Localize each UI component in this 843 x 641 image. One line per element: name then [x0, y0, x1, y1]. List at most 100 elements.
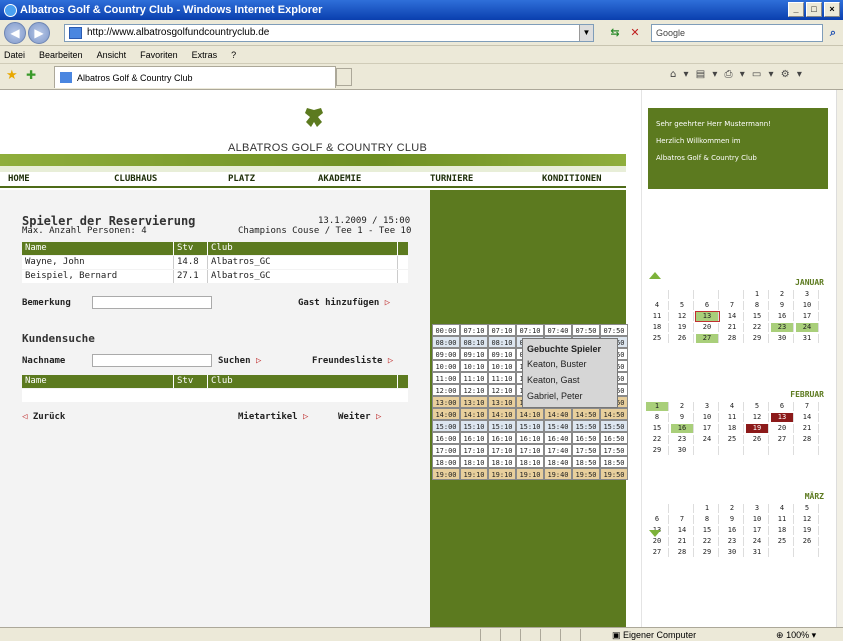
time-slot[interactable]: 14:50	[572, 408, 600, 420]
calendar-day[interactable]: 1	[746, 290, 769, 299]
command-bar-icons[interactable]: ⌂ ▾ ▤ ▾ ⎙ ▾ ▭ ▾ ⚙ ▾	[670, 69, 804, 80]
remark-input[interactable]	[92, 296, 212, 309]
time-slot[interactable]: 19:10	[460, 468, 488, 480]
calendar-up-icon[interactable]	[649, 272, 661, 279]
add-favorite-icon[interactable]: ✚	[26, 68, 36, 82]
time-slot[interactable]: 17:10	[488, 444, 516, 456]
time-slot[interactable]: 16:50	[600, 432, 628, 444]
time-slot[interactable]: 08:10	[488, 336, 516, 348]
calendar-day[interactable]: 25	[721, 435, 744, 444]
lastname-input[interactable]	[92, 354, 212, 367]
time-slot[interactable]: 18:50	[572, 456, 600, 468]
time-slot[interactable]: 19:40	[544, 468, 572, 480]
nav-akademie[interactable]: AKADEMIE	[318, 174, 361, 184]
calendar-day[interactable]: 23	[721, 537, 744, 546]
calendar-day[interactable]: 23	[671, 435, 694, 444]
calendar-day[interactable]: 25	[771, 537, 794, 546]
time-slot[interactable]: 09:00	[432, 348, 460, 360]
calendar-day[interactable]: 8	[646, 413, 669, 422]
calendar-day[interactable]: 2	[721, 504, 744, 513]
back-icon[interactable]: ◀	[4, 22, 26, 44]
time-slot[interactable]: 14:00	[432, 408, 460, 420]
calendar-day[interactable]: 20	[696, 323, 719, 332]
calendar-day[interactable]: 26	[671, 334, 694, 343]
calendar-day[interactable]: 20	[646, 537, 669, 546]
new-tab-button[interactable]	[336, 68, 352, 86]
time-slot[interactable]: 12:10	[460, 384, 488, 396]
calendar-day[interactable]: 11	[721, 413, 744, 422]
time-slot[interactable]: 00:00	[432, 324, 460, 336]
calendar-day[interactable]: 28	[671, 548, 694, 557]
time-slot[interactable]: 15:50	[572, 420, 600, 432]
calendar-day[interactable]: 29	[696, 548, 719, 557]
calendar-day[interactable]: 30	[671, 446, 694, 455]
time-slot[interactable]: 13:00	[432, 396, 460, 408]
calendar-day[interactable]: 2	[671, 402, 694, 411]
time-slot[interactable]: 15:00	[432, 420, 460, 432]
rental-link[interactable]: Mietartikel ▷	[238, 412, 308, 422]
calendar-day[interactable]: 5	[671, 301, 694, 310]
calendar-day[interactable]: 7	[671, 515, 694, 524]
calendar-day[interactable]: 20	[771, 424, 794, 433]
time-slot[interactable]: 16:00	[432, 432, 460, 444]
calendar-day[interactable]: 7	[796, 402, 819, 411]
calendar-day[interactable]: 15	[746, 312, 769, 321]
calendar-day[interactable]: 24	[746, 537, 769, 546]
calendar-day[interactable]: 19	[671, 323, 694, 332]
calendar-day[interactable]: 24	[696, 435, 719, 444]
calendar-day[interactable]: 19	[746, 424, 769, 433]
refresh-icon[interactable]: ⇆	[606, 24, 624, 42]
calendar-day[interactable]: 3	[746, 504, 769, 513]
time-slot[interactable]: 15:10	[516, 420, 544, 432]
time-slot[interactable]: 12:00	[432, 384, 460, 396]
calendar-day[interactable]: 1	[646, 402, 669, 411]
calendar-day[interactable]: 11	[646, 312, 669, 321]
calendar-day[interactable]: 7	[721, 301, 744, 310]
search-icon[interactable]: ⌕	[824, 24, 842, 42]
calendar-day[interactable]: 18	[721, 424, 744, 433]
calendar-day[interactable]: 5	[796, 504, 819, 513]
time-slot[interactable]: 15:50	[600, 420, 628, 432]
nav-turniere[interactable]: TURNIERE	[430, 174, 473, 184]
table-row[interactable]: Wayne, John 14.8 Albatros_GC	[22, 256, 408, 269]
calendar-day[interactable]: 6	[771, 402, 794, 411]
time-slot[interactable]: 08:00	[432, 336, 460, 348]
vertical-scrollbar[interactable]	[836, 90, 843, 627]
calendar-down-icon[interactable]	[649, 530, 661, 537]
calendar-day[interactable]: 21	[796, 424, 819, 433]
calendar-day[interactable]: 10	[796, 301, 819, 310]
calendar-day[interactable]: 1	[696, 504, 719, 513]
time-slot[interactable]: 12:10	[488, 384, 516, 396]
calendar-day[interactable]: 17	[696, 424, 719, 433]
time-slot[interactable]: 07:10	[516, 324, 544, 336]
calendar-day[interactable]: 16	[721, 526, 744, 535]
calendar-day[interactable]: 30	[771, 334, 794, 343]
stop-icon[interactable]: ✕	[626, 24, 644, 42]
calendar-day[interactable]: 21	[721, 323, 744, 332]
time-slot[interactable]: 18:50	[600, 456, 628, 468]
calendar-day[interactable]: 29	[646, 446, 669, 455]
time-slot[interactable]: 14:40	[544, 408, 572, 420]
time-slot[interactable]: 16:50	[572, 432, 600, 444]
calendar-day[interactable]: 11	[771, 515, 794, 524]
maximize-button[interactable]: □	[806, 2, 822, 17]
time-slot[interactable]: 15:40	[544, 420, 572, 432]
menu-favoriten[interactable]: Favoriten	[140, 46, 178, 63]
time-slot[interactable]: 16:40	[544, 432, 572, 444]
calendar-day[interactable]: 14	[671, 526, 694, 535]
calendar-day[interactable]: 5	[746, 402, 769, 411]
calendar-day[interactable]: 30	[721, 548, 744, 557]
time-slot[interactable]: 16:10	[460, 432, 488, 444]
time-slot[interactable]: 14:10	[516, 408, 544, 420]
address-field[interactable]: http://www.albatrosgolfundcountryclub.de…	[64, 24, 594, 42]
menu-bearbeiten[interactable]: Bearbeiten	[39, 46, 83, 63]
calendar-day[interactable]: 16	[671, 424, 694, 433]
address-dropdown-icon[interactable]: ▼	[579, 25, 593, 41]
calendar-day[interactable]: 26	[746, 435, 769, 444]
forward-icon[interactable]: ▶	[28, 22, 50, 44]
calendar-day[interactable]: 18	[771, 526, 794, 535]
calendar-day[interactable]: 2	[771, 290, 794, 299]
calendar-day[interactable]: 15	[696, 526, 719, 535]
calendar-day[interactable]: 12	[671, 312, 694, 321]
calendar-day[interactable]: 10	[746, 515, 769, 524]
